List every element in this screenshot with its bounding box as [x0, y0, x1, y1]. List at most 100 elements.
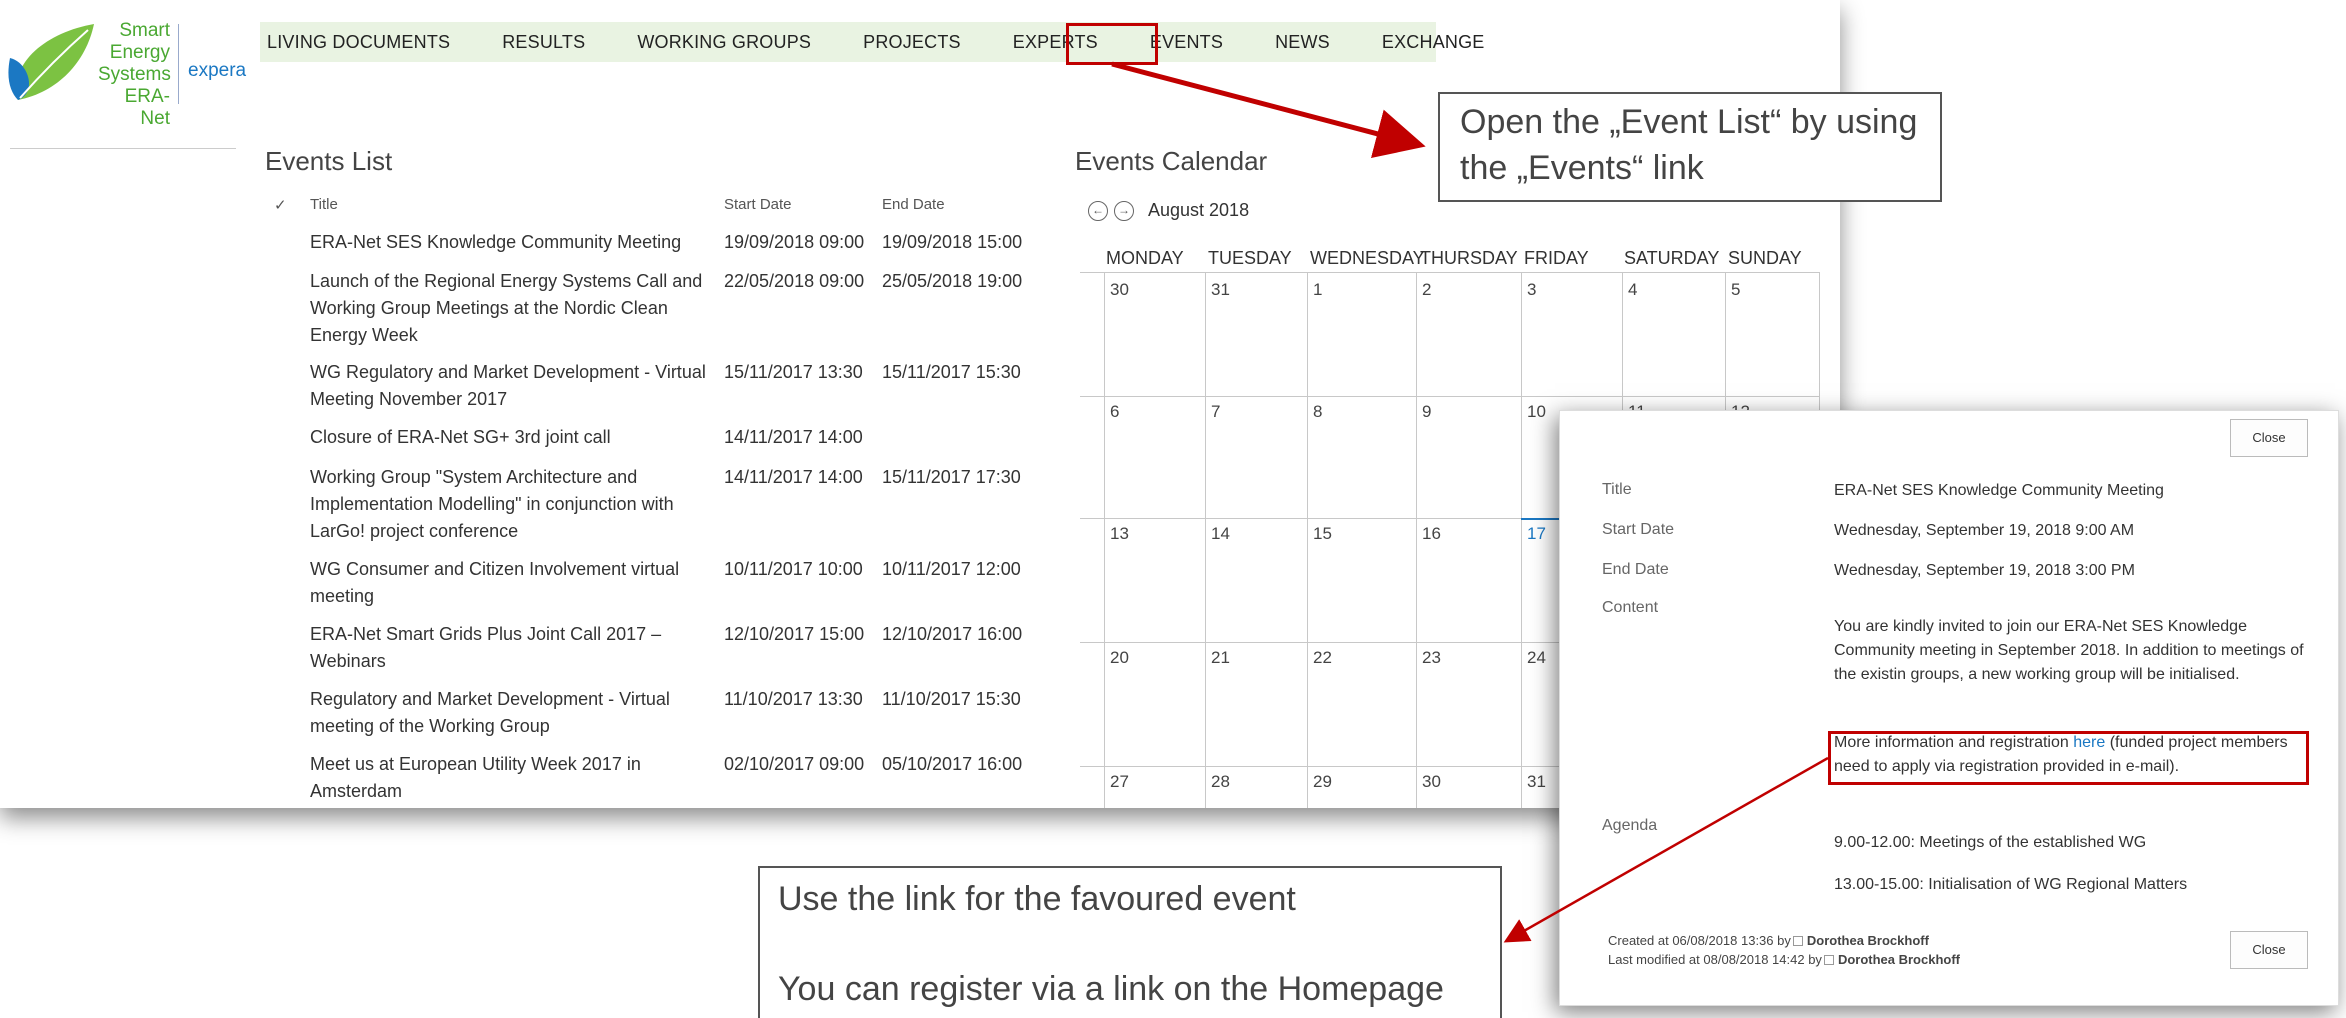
calendar-day[interactable]: 15: [1313, 524, 1332, 544]
event-start-date: 14/11/2017 14:00: [724, 467, 863, 487]
site-logo[interactable]: Smart Energy Systems ERA-Net expera: [8, 18, 248, 129]
weekday-label: SATURDAY: [1624, 248, 1720, 268]
calendar-day[interactable]: 9: [1422, 402, 1431, 422]
modified-author[interactable]: Dorothea Brockhoff: [1838, 952, 1960, 967]
grid-line: [1521, 272, 1522, 808]
grid-line: [1104, 272, 1105, 808]
created-info: Created at 06/08/2018 13:36 by Dorothea B…: [1608, 933, 1929, 948]
callout-line-1: Use the link for the favoured event: [778, 880, 1296, 918]
calendar-day[interactable]: 14: [1211, 524, 1230, 544]
calendar-day[interactable]: 4: [1628, 280, 1637, 300]
weekday-label: WEDNESDAY: [1310, 248, 1425, 268]
calendar-day[interactable]: 27: [1110, 772, 1129, 792]
calendar-day[interactable]: 30: [1422, 772, 1441, 792]
calendar-day[interactable]: 7: [1211, 402, 1220, 422]
calendar-day[interactable]: 24: [1527, 648, 1546, 668]
calendar-day[interactable]: 1: [1313, 280, 1322, 300]
grid-line: [1080, 272, 1820, 273]
event-title-link[interactable]: Launch of the Regional Energy Systems Ca…: [310, 268, 710, 349]
event-end-date: 11/10/2017 15:30: [882, 689, 1021, 709]
title-label: Title: [1602, 481, 1632, 498]
logo-divider: [178, 24, 179, 104]
prev-month-icon[interactable]: ←: [1088, 200, 1108, 221]
event-title-link[interactable]: Meet us at European Utility Week 2017 in…: [310, 751, 710, 805]
event-title-link[interactable]: WG Consumer and Citizen Involvement virt…: [310, 556, 710, 610]
nav-results[interactable]: RESULTS: [495, 32, 607, 53]
calendar-day[interactable]: 31: [1211, 280, 1230, 300]
weekday-label: MONDAY: [1106, 248, 1184, 268]
events-highlight-box: [1066, 23, 1158, 65]
calendar-day[interactable]: 5: [1731, 280, 1740, 300]
calendar-day[interactable]: 13: [1110, 524, 1129, 544]
logo-line-1: Smart: [119, 20, 170, 41]
event-title-link[interactable]: Regulatory and Market Development - Virt…: [310, 686, 710, 740]
calendar-day[interactable]: 31: [1527, 772, 1546, 792]
callout-spacer: [778, 922, 1482, 966]
calendar-month-label: August 2018: [1148, 200, 1250, 220]
event-end-date: 15/11/2017 17:30: [882, 467, 1021, 487]
event-end-date: 12/10/2017 16:00: [882, 624, 1023, 644]
event-title-link[interactable]: WG Regulatory and Market Development - V…: [310, 359, 710, 413]
user-presence-icon: [1823, 955, 1834, 965]
grid-line: [1205, 272, 1206, 808]
calendar-day[interactable]: 8: [1313, 402, 1322, 422]
column-header-end-date[interactable]: End Date: [882, 196, 945, 213]
top-navigation: LIVING DOCUMENTS RESULTS WORKING GROUPS …: [260, 22, 1484, 62]
registration-highlight-box: [1828, 731, 2309, 785]
event-detail-dialog: Close Title ERA-Net SES Knowledge Commun…: [1559, 410, 2339, 1006]
content-label: Content: [1602, 599, 1659, 616]
agenda-item-1: 9.00-12.00: Meetings of the established …: [1834, 834, 2147, 851]
calendar-day[interactable]: 20: [1110, 648, 1129, 668]
weekday-label: TUESDAY: [1208, 248, 1292, 268]
calendar-day[interactable]: 2: [1422, 280, 1431, 300]
event-title-link[interactable]: Closure of ERA-Net SG+ 3rd joint call: [310, 424, 710, 451]
event-start-date: 12/10/2017 15:00: [724, 624, 865, 644]
created-author[interactable]: Dorothea Brockhoff: [1807, 933, 1929, 948]
event-title-link[interactable]: ERA-Net Smart Grids Plus Joint Call 2017…: [310, 621, 710, 675]
nav-events[interactable]: EVENTS: [1143, 32, 1245, 53]
event-title-link[interactable]: Working Group "System Architecture and I…: [310, 464, 710, 545]
calendar-day[interactable]: 22: [1313, 648, 1332, 668]
calendar-day[interactable]: 16: [1422, 524, 1441, 544]
event-end-date: 10/11/2017 12:00: [882, 559, 1021, 579]
select-all-checkmark[interactable]: ✓: [274, 196, 287, 214]
event-end-date: 19/09/2018 15:00: [882, 232, 1023, 252]
column-header-title[interactable]: Title: [310, 196, 338, 213]
calendar-day[interactable]: 23: [1422, 648, 1441, 668]
nav-exchange[interactable]: EXCHANGE: [1375, 32, 1507, 53]
close-button-top[interactable]: Close: [2230, 419, 2308, 457]
calendar-day[interactable]: 29: [1313, 772, 1332, 792]
calendar-day[interactable]: 30: [1110, 280, 1129, 300]
close-button-bottom[interactable]: Close: [2230, 931, 2308, 969]
event-title-value: ERA-Net SES Knowledge Community Meeting: [1834, 482, 2164, 499]
grid-line: [1416, 272, 1417, 808]
event-start-date: 11/10/2017 13:30: [724, 689, 863, 709]
event-start-date: 02/10/2017 09:00: [724, 754, 865, 774]
next-month-icon[interactable]: →: [1114, 200, 1134, 221]
event-title-link[interactable]: ERA-Net SES Knowledge Community Meeting: [310, 229, 710, 256]
nav-living-documents[interactable]: LIVING DOCUMENTS: [260, 32, 472, 53]
calendar-day-today[interactable]: 17: [1527, 524, 1546, 544]
events-list-title: Events List: [265, 146, 393, 176]
nav-news[interactable]: NEWS: [1268, 32, 1352, 53]
column-header-start-date[interactable]: Start Date: [724, 196, 792, 213]
start-date-value: Wednesday, September 19, 2018 9:00 AM: [1834, 522, 2135, 539]
event-end-date: 15/11/2017 15:30: [882, 362, 1021, 382]
events-calendar-title: Events Calendar: [1075, 146, 1268, 176]
calendar-day[interactable]: 28: [1211, 772, 1230, 792]
callout-line-2: You can register via a link on the Homep…: [778, 970, 1444, 1008]
weekday-label: FRIDAY: [1524, 248, 1589, 268]
event-start-date: 22/05/2018 09:00: [724, 271, 865, 291]
grid-line: [1080, 396, 1820, 397]
calendar-day[interactable]: 3: [1527, 280, 1536, 300]
event-start-date: 10/11/2017 10:00: [724, 559, 863, 579]
calendar-day[interactable]: 6: [1110, 402, 1119, 422]
left-divider: [10, 148, 236, 149]
calendar-day[interactable]: 10: [1527, 402, 1546, 422]
callout-open-events: Open the „Event List“ by using the „Even…: [1438, 92, 1942, 202]
nav-projects[interactable]: PROJECTS: [856, 32, 983, 53]
nav-working-groups[interactable]: WORKING GROUPS: [630, 32, 833, 53]
calendar-day[interactable]: 21: [1211, 648, 1230, 668]
event-end-date: 25/05/2018 19:00: [882, 271, 1023, 291]
screenshot-canvas: { "logo": { "line1": "Smart", "line2": "…: [0, 0, 2346, 1018]
